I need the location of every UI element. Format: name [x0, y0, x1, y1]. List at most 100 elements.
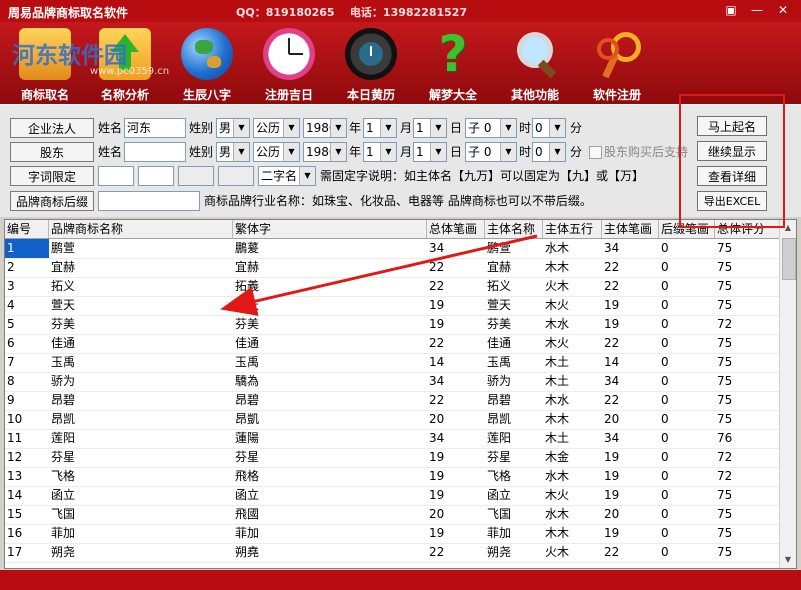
fixed-char-input-4[interactable]	[218, 166, 254, 186]
table-cell: 玉禹	[235, 355, 260, 369]
toolbar-register-date[interactable]: 注册吉日	[248, 28, 330, 102]
toolbar-label: 商标取名	[20, 88, 69, 102]
table-cell: 萲天	[235, 298, 260, 312]
legal-person-minute-select[interactable]: 0 ▼	[532, 118, 566, 138]
shareholder-calendar-select[interactable]: 公历 ▼	[253, 142, 300, 162]
legal-person-calendar-select[interactable]: 公历 ▼	[253, 118, 300, 138]
shareholder-name-input[interactable]	[124, 142, 186, 162]
table-cell: 22	[604, 260, 620, 274]
shareholder-button[interactable]: 股东	[10, 142, 94, 162]
column-header[interactable]: 品牌商标名称	[49, 220, 233, 238]
select-value: 公历	[256, 121, 281, 135]
scroll-thumb[interactable]	[782, 238, 796, 280]
suffix-input[interactable]	[98, 191, 200, 211]
table-cell: 芬星	[51, 450, 76, 464]
table-row[interactable]: 12 芬星 芬星 19 芬星 木金 19 0 72	[5, 448, 780, 468]
table-cell: 75	[717, 393, 733, 407]
toolbar-other[interactable]: 其他功能	[494, 28, 576, 102]
table-cell: 昂凯	[51, 412, 76, 426]
table-cell: 飛格	[235, 469, 260, 483]
chevron-down-icon: ▼	[330, 143, 346, 161]
column-header[interactable]: 主体名称	[485, 220, 543, 238]
status-bar	[0, 570, 801, 590]
word-mode-select[interactable]: 二字名 ▼	[258, 166, 316, 186]
close-icon[interactable]: ✕	[775, 3, 791, 18]
table-row[interactable]: 16 菲加 菲加 19 菲加 木木 19 0 75	[5, 524, 780, 544]
select-value: 公历	[256, 145, 281, 159]
column-header[interactable]: 主体五行	[543, 220, 602, 238]
table-row[interactable]: 13 飞格 飛格 19 飞格 水木 19 0 72	[5, 467, 780, 487]
toolbar-dreams[interactable]: ? 解梦大全	[412, 28, 494, 102]
shareholder-year-select[interactable]: 1980 ▼	[303, 142, 347, 162]
app-title: 周易品牌商标取名软件	[8, 6, 129, 20]
table-cell: 19	[429, 450, 445, 464]
table-cell: 拓义	[51, 279, 76, 293]
table-cell: 0	[661, 241, 669, 255]
table-row[interactable]: 4 萱天 萲天 19 萱天 木火 19 0 75	[5, 296, 780, 316]
shareholder-minute-select[interactable]: 0 ▼	[532, 142, 566, 162]
fixed-char-input-1[interactable]	[98, 166, 134, 186]
legal-person-button[interactable]: 企业法人	[10, 118, 94, 138]
legal-person-name-input[interactable]: 河东	[124, 118, 186, 138]
column-header[interactable]: 主体笔画	[602, 220, 659, 238]
vertical-scrollbar[interactable]: ▲ ▼	[779, 220, 796, 568]
table-cell: 水木	[545, 469, 570, 483]
legal-person-month-select[interactable]: 1 ▼	[363, 118, 397, 138]
table-row[interactable]: 17 朔尧 朔堯 22 朔尧 火木 22 0 75	[5, 543, 780, 563]
year-label: 年	[349, 145, 362, 159]
day-label: 日	[450, 145, 463, 159]
legal-person-year-select[interactable]: 1980 ▼	[303, 118, 347, 138]
table-cell: 菲加	[51, 526, 76, 540]
shareholder-checkbox[interactable]	[589, 146, 602, 159]
table-row[interactable]: 15 飞国 飛國 20 飞国 水木 20 0 75	[5, 505, 780, 525]
table-cell: 75	[717, 412, 733, 426]
table-row[interactable]: 14 函立 函立 19 函立 木火 19 0 75	[5, 486, 780, 506]
shareholder-day-select[interactable]: 1 ▼	[413, 142, 447, 162]
menu-icon[interactable]: ▣	[723, 3, 739, 18]
table-row[interactable]: 5 芬美 芬美 19 芬美 木水 19 0 72	[5, 315, 780, 335]
word-limit-button[interactable]: 字词限定	[10, 166, 94, 186]
table-row[interactable]: 8 骄为 驕為 34 骄为 木土 34 0 75	[5, 372, 780, 392]
shareholder-month-select[interactable]: 1 ▼	[363, 142, 397, 162]
column-header[interactable]: 总体笔画	[427, 220, 485, 238]
table-row[interactable]: 1 鹏萱 鵬萲 34 鹏萱 水木 34 0 75	[5, 239, 780, 259]
fixed-char-input-3[interactable]	[178, 166, 214, 186]
table-row[interactable]: 3 拓义 拓義 22 拓义 火木 22 0 75	[5, 277, 780, 297]
legal-person-day-select[interactable]: 1 ▼	[413, 118, 447, 138]
minute-label: 分	[570, 145, 583, 159]
table-cell: 昂碧	[51, 393, 76, 407]
toolbar-label: 本日黄历	[346, 88, 395, 102]
table-row[interactable]: 10 昂凯 昂凱 20 昂凯 木木 20 0 75	[5, 410, 780, 430]
table-cell: 鵬萲	[235, 241, 260, 255]
table-cell: 0	[661, 412, 669, 426]
table-cell: 34	[604, 374, 620, 388]
minimize-icon[interactable]: —	[749, 3, 765, 18]
gender-label: 姓别	[189, 145, 214, 159]
toolbar-register[interactable]: 软件注册	[576, 28, 658, 102]
chevron-down-icon: ▼	[500, 143, 516, 161]
toolbar-almanac[interactable]: 本日黄历	[330, 28, 412, 102]
scroll-down-icon[interactable]: ▼	[780, 552, 796, 568]
table-cell: 22	[604, 279, 620, 293]
table-cell: 朔堯	[235, 545, 260, 559]
table-cell: 22	[604, 393, 620, 407]
qq-text: QQ：819180265	[236, 6, 335, 19]
column-header[interactable]: 编号	[5, 220, 49, 238]
table-row[interactable]: 9 昂碧 昂碧 22 昂碧 木水 22 0 75	[5, 391, 780, 411]
fixed-char-input-2[interactable]	[138, 166, 174, 186]
legal-person-gender-select[interactable]: 男 ▼	[216, 118, 250, 138]
results-table[interactable]: 编号 品牌商标名称 繁体字 总体笔画 主体名称 主体五行 主体笔画 后缀笔画 总体评分 1 鹏萱鵬…	[4, 219, 797, 569]
table-row[interactable]: 2 宜赫 宜赫 22 宜赫 木木 22 0 75	[5, 258, 780, 278]
table-cell: 3	[7, 279, 15, 293]
column-header[interactable]: 繁体字	[233, 220, 427, 238]
table-row[interactable]: 11 莲阳 蓮陽 34 莲阳 木土 34 0 76	[5, 429, 780, 449]
table-row[interactable]: 7 玉禹 玉禹 14 玉禹 木土 14 0 75	[5, 353, 780, 373]
toolbar-label: 软件注册	[592, 88, 641, 102]
legal-person-hour-select[interactable]: 子 0 ▼	[465, 118, 517, 138]
shareholder-hour-select[interactable]: 子 0 ▼	[465, 142, 517, 162]
table-row[interactable]: 6 佳通 佳通 22 佳通 木火 22 0 75	[5, 334, 780, 354]
suffix-button[interactable]: 品牌商标后缀	[10, 191, 94, 211]
toolbar-birth-chart[interactable]: 生辰八字	[166, 28, 248, 102]
table-cell: 昂碧	[235, 393, 260, 407]
shareholder-gender-select[interactable]: 男 ▼	[216, 142, 250, 162]
